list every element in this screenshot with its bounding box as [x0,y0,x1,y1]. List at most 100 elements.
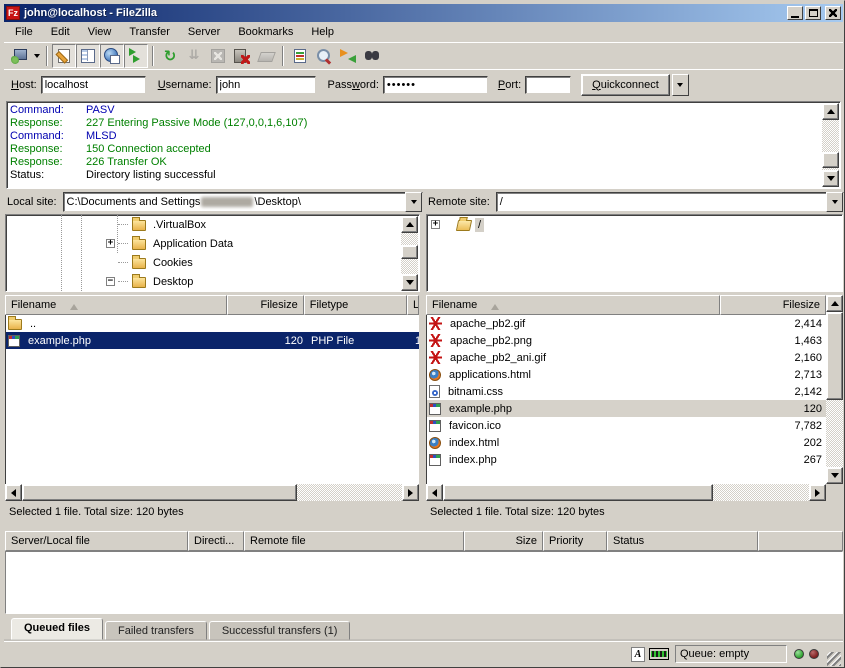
log-entry: Command:MLSD [10,130,820,143]
file-row-highlighted[interactable]: example.php120 [427,400,826,417]
site-manager-icon [11,48,27,64]
tree-item[interactable]: .VirtualBox [106,215,419,234]
toggle-transfer-queue-button[interactable] [124,44,148,68]
find-files-button[interactable] [360,44,384,68]
scroll-up-button[interactable] [826,295,843,312]
file-row[interactable]: index.html202 [427,434,826,451]
remote-list-scrollbar[interactable] [826,295,843,484]
directory-listing-filters-button[interactable] [288,44,312,68]
file-row[interactable]: favicon.ico7,782 [427,417,826,434]
file-row[interactable]: applications.html2,713 [427,366,826,383]
remote-list-hscrollbar[interactable] [426,484,826,501]
tab-successful-transfers[interactable]: Successful transfers (1) [209,621,351,640]
maximize-button[interactable] [805,6,821,20]
disconnect-button[interactable] [230,44,254,68]
remote-site-combobox[interactable]: / [496,192,844,212]
refresh-button[interactable]: ↻ [158,44,182,68]
expander-icon[interactable] [431,220,440,229]
column-header-direction[interactable]: Directi... [188,531,244,551]
cancel-operation-button[interactable] [206,44,230,68]
scrollbar-thumb[interactable] [822,152,839,168]
remote-site-dropdown[interactable] [826,192,843,212]
menu-file[interactable]: File [6,24,42,40]
site-manager-button[interactable] [7,44,31,68]
column-header-filesize[interactable]: Filesize [227,295,303,315]
scroll-right-button[interactable] [809,484,826,501]
column-header-filename[interactable]: Filename [5,295,227,315]
column-header-remote-file[interactable]: Remote file [244,531,464,551]
scroll-down-button[interactable] [822,170,839,187]
site-manager-dropdown[interactable] [31,45,42,67]
tree-item[interactable]: Desktop [106,272,419,291]
file-row-selected[interactable]: example.php 120 PHP File 1 [6,332,419,349]
scrollbar-thumb[interactable] [22,484,297,501]
column-header-server-local-file[interactable]: Server/Local file [5,531,188,551]
compare-directories-button[interactable] [312,44,336,68]
tree-item[interactable]: Application Data [106,234,419,253]
menu-bookmarks[interactable]: Bookmarks [229,24,302,40]
toolbar-separator [152,46,154,66]
resize-grip[interactable] [827,652,841,666]
username-input[interactable] [216,76,316,94]
menu-transfer[interactable]: Transfer [120,24,179,40]
column-header-status[interactable]: Status [607,531,758,551]
app-icon[interactable]: Fz [6,6,20,20]
tab-failed-transfers[interactable]: Failed transfers [105,621,207,640]
local-list-hscrollbar[interactable] [5,484,419,501]
tab-queued-files[interactable]: Queued files [11,618,103,640]
synchronized-browsing-icon [340,48,356,64]
toggle-message-log-button[interactable] [52,44,76,68]
menu-server[interactable]: Server [179,24,229,40]
scroll-left-button[interactable] [5,484,22,501]
speed-limit-icon[interactable] [649,648,669,660]
queue-list[interactable] [5,551,843,614]
data-type-ascii-icon[interactable]: A [631,647,645,662]
scrollbar-thumb[interactable] [401,245,418,259]
scroll-up-button[interactable] [822,103,839,120]
menu-edit[interactable]: Edit [42,24,79,40]
menu-view[interactable]: View [79,24,121,40]
local-site-dropdown[interactable] [405,192,422,212]
expander-icon[interactable] [106,239,115,248]
toggle-remote-tree-button[interactable] [100,44,124,68]
scroll-right-button[interactable] [402,484,419,501]
port-input[interactable] [525,76,571,94]
scroll-down-button[interactable] [401,274,418,291]
local-tree-scrollbar[interactable] [401,216,418,291]
toggle-local-tree-button[interactable] [76,44,100,68]
close-button[interactable] [825,6,841,20]
column-header-lastmodified[interactable]: L [407,295,419,315]
file-row[interactable]: .. [6,315,419,332]
column-header-filetype[interactable]: Filetype [304,295,407,315]
column-header-priority[interactable]: Priority [543,531,607,551]
scroll-left-button[interactable] [426,484,443,501]
minimize-button[interactable] [787,6,803,20]
file-row[interactable]: apache_pb2_ani.gif2,160 [427,349,826,366]
local-site-combobox[interactable]: C:\Documents and Settings\Desktop\ [63,192,423,212]
log-entry: Command:PASV [10,104,820,117]
scroll-down-button[interactable] [826,467,843,484]
tree-item[interactable]: / [427,215,842,234]
log-scrollbar[interactable] [822,103,839,187]
scrollbar-thumb[interactable] [826,312,843,400]
menu-help[interactable]: Help [302,24,343,40]
host-input[interactable] [41,76,146,94]
expander-icon[interactable] [106,277,115,286]
file-row[interactable]: bitnami.css2,142 [427,383,826,400]
password-input[interactable] [383,76,488,94]
reconnect-button[interactable] [254,44,278,68]
scroll-up-button[interactable] [401,216,418,233]
quickconnect-dropdown[interactable] [672,74,689,96]
process-queue-button[interactable]: ⇊ [182,44,206,68]
column-header-size[interactable]: Size [464,531,543,551]
synchronized-browsing-button[interactable] [336,44,360,68]
tree-item[interactable]: Cookies [106,253,419,272]
pane-splitter[interactable] [421,191,425,522]
scrollbar-thumb[interactable] [443,484,713,501]
column-header-filesize[interactable]: Filesize [720,295,826,315]
file-row[interactable]: apache_pb2.png1,463 [427,332,826,349]
file-row[interactable]: apache_pb2.gif2,414 [427,315,826,332]
file-row[interactable]: index.php267 [427,451,826,468]
column-header-filename[interactable]: Filename [426,295,720,315]
quickconnect-button[interactable]: Quickconnect [581,74,670,96]
